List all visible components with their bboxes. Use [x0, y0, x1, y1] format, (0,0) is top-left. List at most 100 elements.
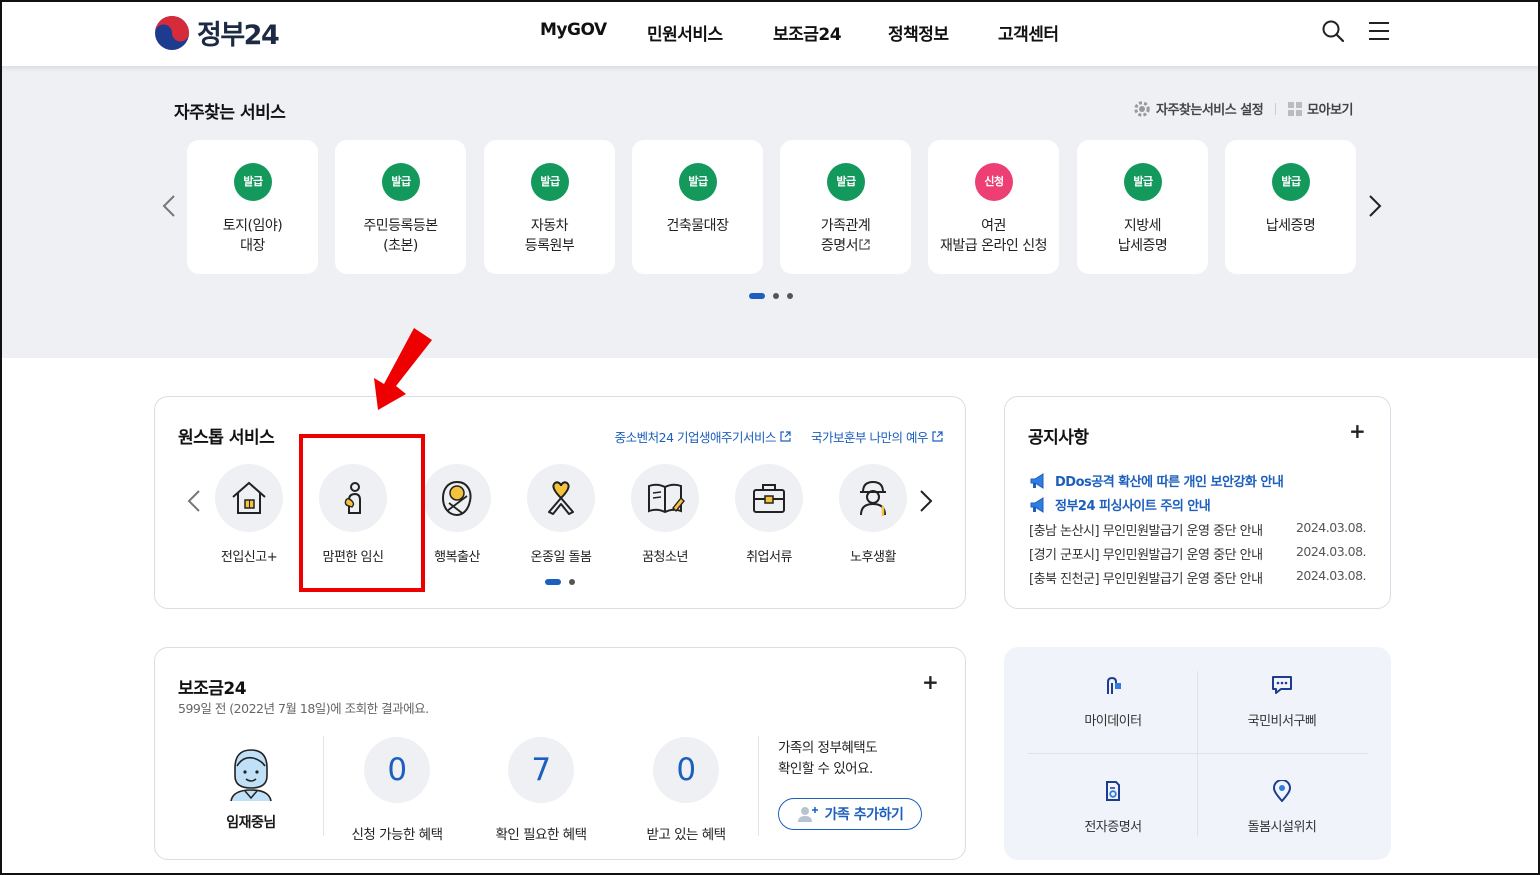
pagination-dot[interactable] [569, 579, 575, 585]
pagination-dot-active[interactable] [749, 293, 765, 299]
service-card-label: 여권 재발급 온라인 신청 [940, 218, 1047, 254]
service-card-label: 건축물대장 [666, 218, 729, 234]
issue-badge: 발급 [234, 163, 272, 201]
divider [758, 736, 759, 836]
stat-needs-check-benefits[interactable]: 7 확인 필요한 혜택 [471, 737, 611, 843]
main-nav: MyGOV 민원서비스 보조금24 정책정보 고객센터 [540, 20, 1059, 45]
apply-badge: 신청 [975, 163, 1013, 201]
quick-link-gubbi[interactable]: 국민비서구삐 [1197, 674, 1367, 729]
subsidy-user: 임재중님 [201, 746, 301, 832]
service-card-family-certificate[interactable]: 발급 가족관계 증명서 [780, 140, 911, 274]
notice-highlight-text: 정부24 피싱사이트 주의 안내 [1055, 499, 1211, 514]
service-card-label: 가족관계 증명서 [780, 216, 911, 256]
site-logo[interactable]: 정부24 [153, 13, 280, 52]
notice-row-date: 2024.03.08. [1295, 568, 1367, 583]
onestop-label: 취업서류 [746, 550, 792, 565]
service-card-vehicle-register[interactable]: 발급 자동차 등록원부 [484, 140, 615, 274]
onestop-label: 꿈청소년 [642, 550, 688, 565]
service-card-label: 주민등록등본 (초본) [363, 218, 438, 254]
notice-highlight-item[interactable]: 정부24 피싱사이트 주의 안내 [1029, 495, 1211, 514]
quick-links-panel: 마이데이터 국민비서구삐 전자증명서 돌봄시설위치 [1004, 647, 1391, 860]
menu-icon[interactable] [1368, 19, 1390, 43]
subsidy-title: 보조금24 [178, 679, 247, 699]
notice-highlight-text: DDos공격 확산에 따른 개인 보안강화 안내 [1055, 475, 1284, 490]
external-link-icon [859, 239, 870, 250]
stat-available-benefits[interactable]: 0 신청 가능한 혜택 [327, 737, 467, 843]
divider [1275, 102, 1277, 115]
veterans-link-text: 국가보훈부 나만의 예우 [811, 430, 928, 445]
quick-link-e-certificate[interactable]: 전자증명서 [1028, 780, 1198, 835]
onestop-item-job-documents[interactable]: 취업서류 [717, 464, 821, 565]
service-card-label: 자동차 등록원부 [524, 218, 575, 254]
service-card-label: 납세증명 [1265, 218, 1316, 234]
nav-civil-service[interactable]: 민원서비스 [647, 20, 773, 45]
megaphone-icon [1030, 496, 1044, 513]
service-card-resident-registration[interactable]: 발급 주민등록등본 (초본) [335, 140, 466, 274]
service-card-tax-certificate[interactable]: 발급 납세증명 [1225, 140, 1356, 274]
family-text-line: 확인할 수 있어요. [778, 761, 873, 777]
stat-label: 확인 필요한 혜택 [495, 827, 587, 843]
service-card-local-tax-certificate[interactable]: 발급 지방세 납세증명 [1077, 140, 1208, 274]
onestop-item-move-in[interactable]: 전입신고+ [197, 464, 301, 565]
nav-mygov[interactable]: MyGOV [540, 20, 647, 45]
pagination-dot[interactable] [787, 293, 793, 299]
onestop-item-retirement[interactable]: 노후생활 [821, 464, 925, 565]
document-icon [1106, 781, 1120, 801]
sme-venture-link[interactable]: 중소벤처24 기업생애주기서비스 [615, 427, 791, 446]
notice-panel: 공지사항 + DDos공격 확산에 따른 개인 보안강화 안내 정부24 피싱사… [1004, 396, 1391, 609]
subsidy-user-name: 임재중님 [226, 815, 276, 831]
baby-icon [441, 480, 472, 517]
stat-label: 받고 있는 혜택 [646, 827, 726, 843]
nav-subsidy24[interactable]: 보조금24 [773, 20, 888, 45]
onestop-pagination [545, 579, 575, 585]
chevron-left-icon[interactable] [162, 194, 176, 218]
onestop-item-all-day-care[interactable]: 온종일 돌봄 [509, 464, 613, 565]
gear-icon[interactable] [1133, 100, 1151, 118]
notice-row-title: [경기 군포시] 무인민원발급기 운영 중단 안내 [1029, 548, 1263, 563]
quick-link-mydata[interactable]: 마이데이터 [1028, 674, 1198, 729]
frequent-settings-link[interactable]: 자주찾는서비스 설정 [1156, 99, 1264, 118]
red-annotation-highlight-box [299, 434, 425, 592]
service-card-building-register[interactable]: 발급 건축물대장 [632, 140, 763, 274]
chevron-right-icon[interactable] [1368, 194, 1382, 218]
notice-highlight-item[interactable]: DDos공격 확산에 따른 개인 보안강화 안내 [1029, 471, 1284, 490]
issue-badge: 발급 [827, 163, 865, 201]
pagination-dot-active[interactable] [545, 579, 561, 585]
taegeuk-logo-icon [155, 15, 189, 50]
onestop-services-panel: 원스톱 서비스 중소벤처24 기업생애주기서비스 국가보훈부 나만의 예우 전입… [154, 396, 966, 609]
service-card-land-register[interactable]: 발급 토지(임야) 대장 [187, 140, 318, 274]
stat-receiving-benefits[interactable]: 0 받고 있는 혜택 [616, 737, 756, 843]
red-annotation-arrow-icon [374, 328, 432, 410]
divider [1028, 753, 1368, 754]
sme-venture-link-text: 중소벤처24 기업생애주기서비스 [614, 430, 777, 445]
view-all-link[interactable]: 모아보기 [1307, 99, 1353, 118]
subsidy24-panel: 보조금24 + 599일 전 (2022년 7월 18일)에 조회한 결과에요.… [154, 647, 966, 860]
frequent-services-section: 자주찾는 서비스 자주찾는서비스 설정 모아보기 발급 토지(임야) 대장 발급… [0, 66, 1540, 358]
quick-link-label: 국민비서구삐 [1247, 714, 1317, 729]
nav-policy-info[interactable]: 정책정보 [888, 20, 998, 45]
quick-link-label: 전자증명서 [1084, 820, 1142, 835]
grid-icon[interactable] [1288, 101, 1303, 116]
notice-more-button[interactable]: + [1349, 419, 1366, 443]
stat-value: 0 [653, 737, 719, 803]
service-card-passport-reissue[interactable]: 신청 여권 재발급 온라인 신청 [928, 140, 1059, 274]
notice-row[interactable]: [경기 군포시] 무인민원발급기 운영 중단 안내 2024.03.08. [1029, 544, 1367, 563]
quick-link-care-facility-location[interactable]: 돌봄시설위치 [1197, 779, 1367, 835]
nav-customer-center[interactable]: 고객센터 [998, 20, 1059, 45]
onestop-icon-circle [215, 464, 283, 532]
add-family-label: 가족 추가하기 [824, 807, 904, 823]
onestop-item-youth[interactable]: 꿈청소년 [613, 464, 717, 565]
add-family-button[interactable]: 가족 추가하기 [778, 798, 922, 830]
notice-row[interactable]: [충북 진천군] 무인민원발급기 운영 중단 안내 2024.03.08. [1029, 568, 1367, 587]
elder-icon [860, 480, 886, 516]
issue-badge: 발급 [382, 163, 420, 201]
book-icon [648, 483, 685, 514]
veterans-link[interactable]: 국가보훈부 나만의 예우 [811, 427, 943, 446]
notice-row[interactable]: [충남 논산시] 무인민원발급기 운영 중단 안내 2024.03.08. [1029, 520, 1367, 539]
subsidy-more-button[interactable]: + [922, 670, 939, 694]
search-icon[interactable] [1321, 19, 1345, 43]
pagination-dot[interactable] [773, 293, 779, 299]
logo-text: 정부24 [197, 20, 280, 51]
onestop-icon-circle [735, 464, 803, 532]
notice-row-date: 2024.03.08. [1295, 520, 1367, 535]
